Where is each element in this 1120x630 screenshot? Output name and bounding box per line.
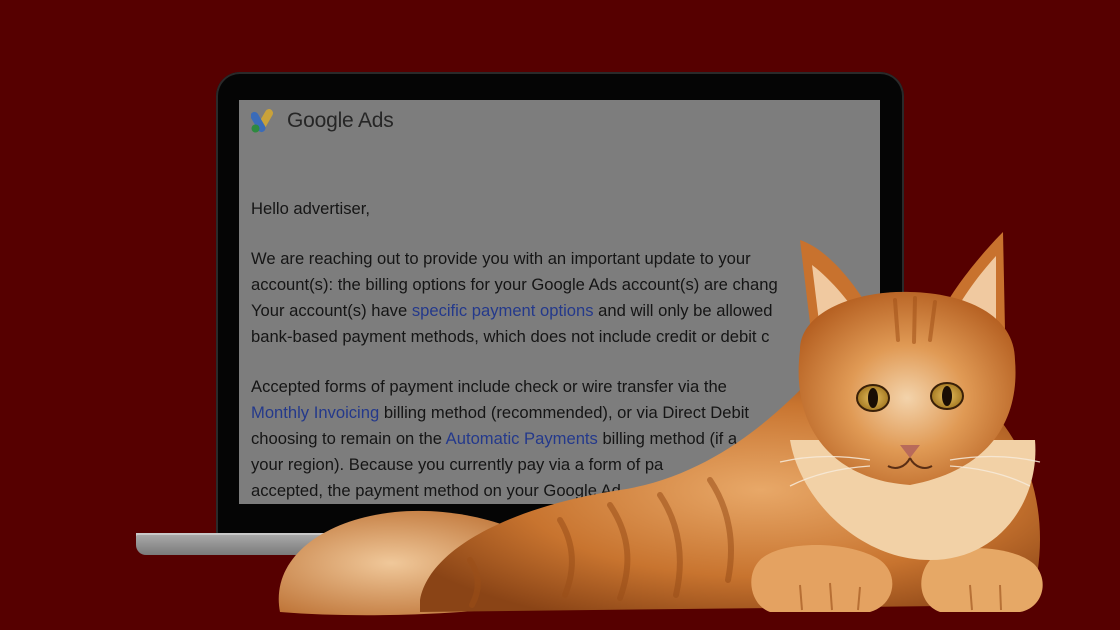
orange-cat (278, 232, 1043, 616)
